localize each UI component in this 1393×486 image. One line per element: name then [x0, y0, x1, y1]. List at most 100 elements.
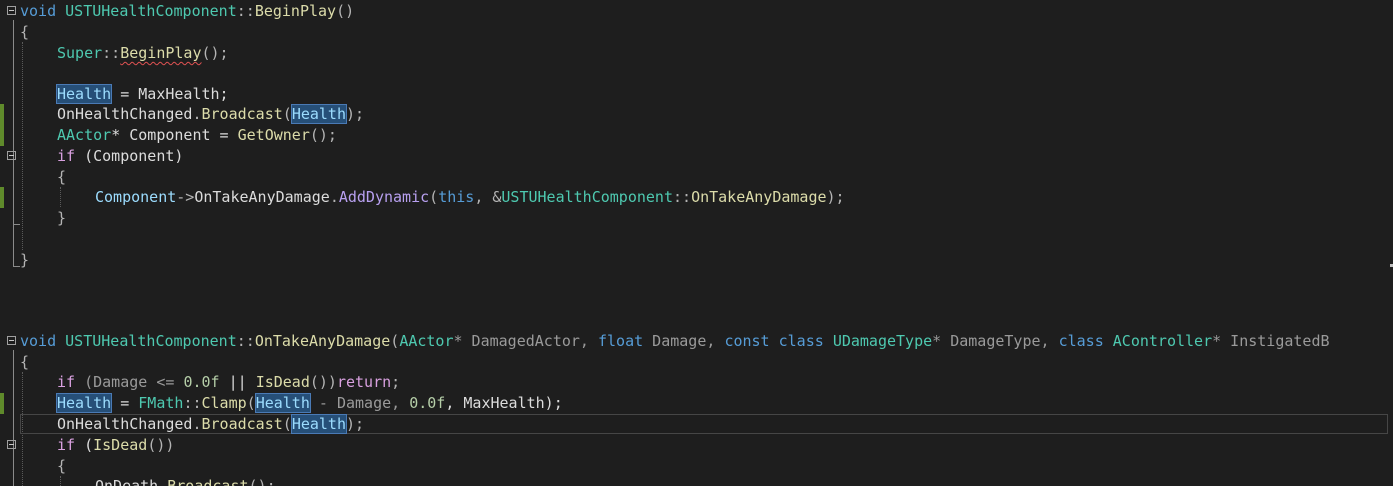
code-line[interactable]: if (IsDead())	[0, 435, 1393, 456]
keyword: if	[57, 147, 76, 165]
super-keyword: Super	[57, 44, 103, 62]
punctuation: .	[329, 188, 339, 206]
punctuation: ();	[201, 44, 229, 62]
type-name: AActor	[399, 332, 454, 350]
function-name: BeginPlay	[254, 2, 337, 20]
punctuation: (	[429, 188, 439, 206]
change-marker	[0, 393, 4, 414]
type-name: FMath	[138, 394, 184, 412]
punctuation: ->	[176, 188, 195, 206]
punctuation: (	[390, 332, 400, 350]
code-line[interactable]: {	[0, 352, 1393, 373]
function-name: IsDead	[93, 436, 148, 454]
brace: }	[20, 251, 30, 269]
punctuation: (	[246, 394, 256, 412]
parameter: * DamageType,	[932, 332, 1059, 350]
keyword: this	[438, 188, 475, 206]
code-text: - Damage,	[309, 394, 410, 412]
code-line[interactable]: Super::BeginPlay();	[0, 43, 1393, 64]
code-line[interactable]: }	[0, 250, 1393, 271]
punctuation: ())	[309, 373, 337, 391]
code-line[interactable]: OnDeath.Broadcast();	[0, 476, 1393, 486]
code-line[interactable]: OnHealthChanged.Broadcast(Health);	[0, 104, 1393, 125]
punctuation: );	[346, 415, 365, 433]
punctuation: (	[282, 105, 292, 123]
code-editor[interactable]: void USTUHealthComponent::BeginPlay() { …	[0, 0, 1393, 486]
keyword: class	[1058, 332, 1104, 350]
type-name: UDamageType	[832, 332, 933, 350]
code-line[interactable]: Health = FMath::Clamp(Health - Damage, 0…	[0, 393, 1393, 414]
keyword: float	[598, 332, 644, 350]
brace: {	[57, 457, 67, 475]
class-name: USTUHealthComponent	[65, 332, 237, 350]
code-line[interactable]: {	[0, 456, 1393, 477]
parameter: * InstigatedB	[1212, 332, 1330, 350]
scope-op: ::	[236, 2, 255, 20]
punctuation: .	[158, 477, 168, 486]
code-line[interactable]: AActor* Component = GetOwner();	[0, 125, 1393, 146]
collapse-icon[interactable]	[7, 336, 16, 345]
parameter: Damage,	[643, 332, 725, 350]
highlighted-symbol: Health	[254, 393, 311, 413]
class-name: USTUHealthComponent	[501, 188, 673, 206]
macro-name: AddDynamic	[338, 188, 430, 206]
code-text: (Component)	[75, 147, 184, 165]
brace: {	[20, 353, 30, 371]
collapse-icon[interactable]	[7, 151, 16, 160]
code-line[interactable]: if (Component)	[0, 146, 1393, 167]
function-name: OnTakeAnyDamage	[691, 188, 827, 206]
punctuation: ()	[336, 2, 355, 20]
scope-op: ::	[236, 332, 255, 350]
code-line[interactable]: void USTUHealthComponent::OnTakeAnyDamag…	[0, 331, 1393, 352]
code-line[interactable]: {	[0, 167, 1393, 188]
code-text: * Component =	[111, 126, 238, 144]
punctuation: .	[192, 105, 202, 123]
identifier: OnHealthChanged	[57, 105, 193, 123]
identifier: OnTakeAnyDamage	[194, 188, 330, 206]
collapse-icon[interactable]	[7, 440, 16, 449]
keyword: if	[57, 373, 76, 391]
function-name: Clamp	[201, 394, 247, 412]
brace: {	[57, 168, 67, 186]
punctuation: );	[346, 105, 365, 123]
class-name: USTUHealthComponent	[65, 2, 237, 20]
punctuation: ();	[309, 126, 337, 144]
code-line[interactable]: void USTUHealthComponent::BeginPlay()	[0, 1, 1393, 22]
code-text: , MaxHealth);	[445, 394, 563, 412]
punctuation: .	[192, 415, 202, 433]
function-name: Broadcast	[201, 105, 283, 123]
highlighted-symbol: Health	[55, 84, 113, 104]
type-name: AActor	[57, 126, 112, 144]
highlighted-symbol: Health	[290, 104, 348, 124]
operator: =	[111, 394, 139, 412]
code-line[interactable]: Health = MaxHealth;	[0, 84, 1393, 105]
code-line[interactable]: {	[0, 22, 1393, 43]
punctuation: ;	[391, 373, 401, 391]
scope-op: ::	[673, 188, 692, 206]
identifier: OnDeath	[95, 477, 159, 486]
scope-op: ::	[102, 44, 121, 62]
code-line[interactable]: Component->OnTakeAnyDamage.AddDynamic(th…	[0, 187, 1393, 208]
function-name: Broadcast	[167, 477, 249, 486]
code-text: = MaxHealth;	[111, 85, 229, 103]
punctuation: ())	[147, 436, 175, 454]
operator: ||	[219, 373, 256, 391]
code-text: (Damage <=	[75, 373, 184, 391]
brace: {	[20, 23, 30, 41]
change-marker	[0, 187, 4, 208]
keyword: return	[336, 373, 392, 391]
change-marker	[0, 125, 4, 146]
code-line[interactable]: if (Damage <= 0.0f || IsDead())return;	[0, 372, 1393, 393]
parameter: * DamagedActor,	[453, 332, 598, 350]
collapse-icon[interactable]	[7, 6, 16, 15]
change-marker	[0, 104, 4, 125]
punctuation: (	[282, 415, 292, 433]
function-name: OnTakeAnyDamage	[254, 332, 391, 350]
highlighted-symbol: Health	[55, 393, 113, 413]
keyword: void	[20, 332, 57, 350]
code-line[interactable]: }	[0, 208, 1393, 229]
keyword: void	[20, 2, 57, 20]
code-line[interactable]: OnHealthChanged.Broadcast(Health);	[0, 414, 1393, 435]
number: 0.0f	[183, 373, 220, 391]
identifier: Component	[95, 188, 177, 206]
